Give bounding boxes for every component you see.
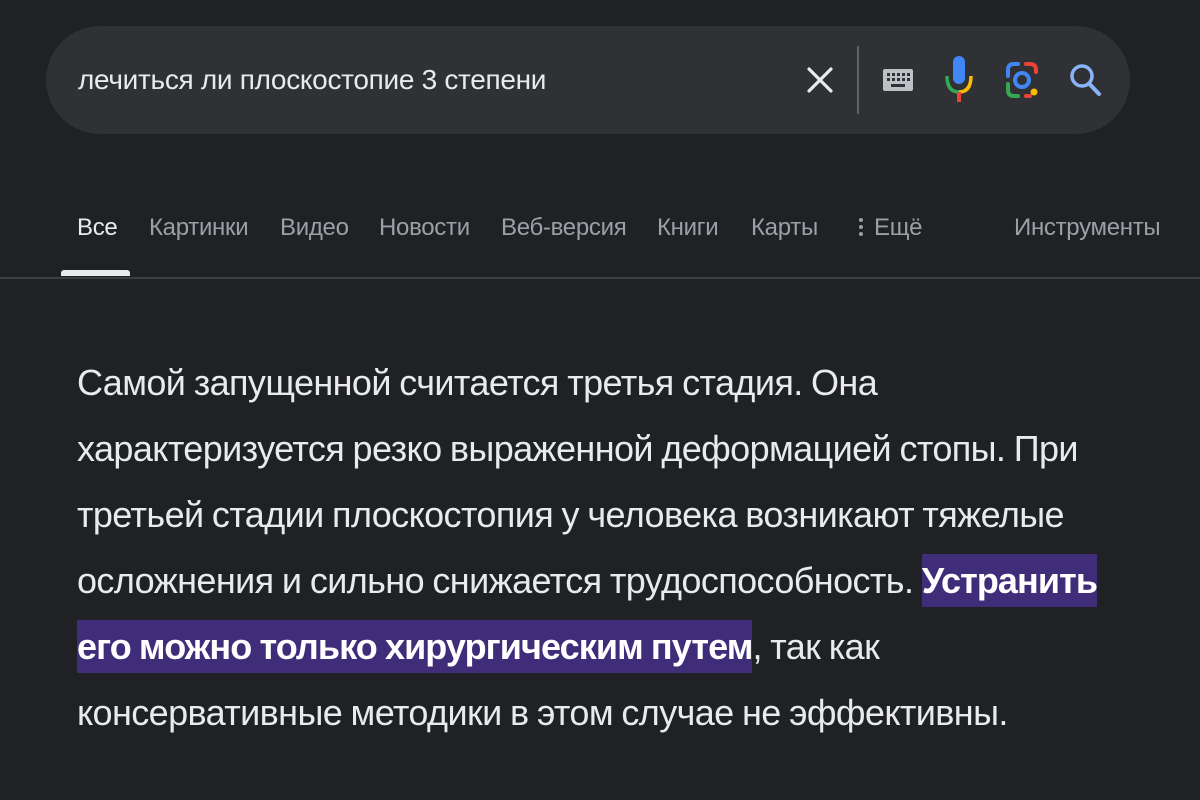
tab-images[interactable]: Картинки: [149, 214, 249, 242]
tab-books[interactable]: Книги: [657, 214, 719, 242]
tab-video[interactable]: Видео: [280, 214, 349, 242]
featured-snippet: Самой запущенной считается третья стадия…: [77, 350, 1137, 746]
tab-more-label: Ещё: [874, 214, 923, 241]
google-lens-icon[interactable]: [1004, 60, 1040, 100]
search-input[interactable]: лечиться ли плоскостопие 3 степени: [78, 26, 546, 134]
search-bar[interactable]: лечиться ли плоскостопие 3 степени: [46, 26, 1130, 134]
search-icon[interactable]: [1068, 62, 1102, 98]
active-tab-indicator: [61, 270, 130, 276]
tab-news[interactable]: Новости: [379, 214, 470, 242]
tools-button[interactable]: Инструменты: [1014, 214, 1161, 242]
microphone-icon[interactable]: [944, 54, 974, 106]
tabs-divider: [0, 277, 1200, 279]
tab-web[interactable]: Веб-версия: [501, 214, 627, 242]
tab-more[interactable]: Ещё: [858, 214, 923, 242]
close-icon[interactable]: [804, 64, 836, 96]
search-bar-divider: [857, 46, 859, 114]
keyboard-icon[interactable]: [882, 67, 914, 93]
search-results-page: лечиться ли плоскостопие 3 степени Все К…: [0, 0, 1200, 800]
search-tabs: Все Картинки Видео Новости Веб-версия Кн…: [0, 200, 1200, 278]
tab-all[interactable]: Все: [77, 214, 118, 242]
more-vert-icon: [859, 218, 863, 236]
tab-maps[interactable]: Карты: [751, 214, 818, 242]
